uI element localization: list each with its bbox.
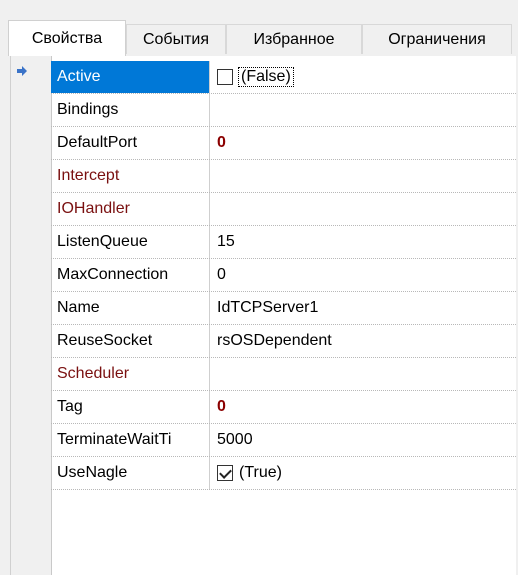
property-value[interactable] [211, 193, 516, 225]
tab-properties[interactable]: Свойства [8, 20, 126, 56]
property-name[interactable]: MaxConnection [51, 259, 210, 291]
checkbox[interactable] [217, 465, 233, 481]
property-value[interactable]: 5000 [211, 424, 516, 456]
checkbox[interactable] [217, 69, 233, 85]
tab-favorites[interactable]: Избранное [226, 24, 362, 54]
checkbox-value-text: (True) [239, 464, 282, 481]
property-value[interactable] [211, 358, 516, 390]
property-name[interactable]: Active [51, 61, 210, 93]
checkbox-value-text: (False) [238, 67, 294, 87]
property-row[interactable]: UseNagle (True) [51, 457, 516, 490]
property-name[interactable]: ReuseSocket [51, 325, 210, 357]
property-value-text: IdTCPServer1 [217, 299, 319, 316]
property-value-text: 0 [217, 398, 226, 415]
property-value[interactable] [211, 160, 516, 192]
property-value-text: 0 [217, 266, 226, 283]
property-value[interactable] [211, 94, 516, 126]
property-value[interactable]: (True) [211, 457, 516, 489]
property-name[interactable]: DefaultPort [51, 127, 210, 159]
property-name[interactable]: IOHandler [51, 193, 210, 225]
property-value[interactable]: 0 [211, 391, 516, 423]
property-value[interactable]: (False) [211, 61, 516, 93]
property-name[interactable]: Scheduler [51, 358, 210, 390]
property-value-text: rsOSDependent [217, 332, 332, 349]
property-value[interactable]: rsOSDependent [211, 325, 516, 357]
property-value-text: 15 [217, 233, 235, 250]
tab-bar: Свойства События Избранное Ограничения [0, 0, 518, 60]
property-row[interactable]: TerminateWaitTi 5000 [51, 424, 516, 457]
property-row[interactable]: Name IdTCPServer1 [51, 292, 516, 325]
property-name[interactable]: ListenQueue [51, 226, 210, 258]
property-row[interactable]: Scheduler [51, 358, 516, 391]
tab-restrictions[interactable]: Ограничения [362, 24, 512, 54]
tab-label: Ограничения [388, 30, 486, 48]
property-value[interactable]: 0 [211, 127, 516, 159]
property-value[interactable]: IdTCPServer1 [211, 292, 516, 324]
property-name[interactable]: Bindings [51, 94, 210, 126]
property-name[interactable]: UseNagle [51, 457, 210, 489]
property-name[interactable]: Intercept [51, 160, 210, 192]
property-row[interactable]: Intercept [51, 160, 516, 193]
property-row[interactable]: ReuseSocket rsOSDependent [51, 325, 516, 358]
property-value[interactable]: 15 [211, 226, 516, 258]
tab-label: События [142, 30, 210, 48]
property-value-text: 0 [217, 134, 226, 151]
arrow-right-icon [17, 66, 27, 76]
property-row[interactable]: DefaultPort 0 [51, 127, 516, 160]
property-name[interactable]: Tag [51, 391, 210, 423]
property-grid: Active (False) Bindings DefaultPort 0 Interce… [10, 56, 516, 575]
property-row[interactable]: Active (False) [51, 61, 516, 94]
property-row[interactable]: IOHandler [51, 193, 516, 226]
tab-events[interactable]: События [126, 24, 226, 54]
property-value[interactable]: 0 [211, 259, 516, 291]
row-indicator-gutter [11, 56, 52, 575]
property-row[interactable]: Bindings [51, 94, 516, 127]
tab-label: Свойства [31, 29, 103, 47]
property-row[interactable]: Tag 0 [51, 391, 516, 424]
property-value-text: 5000 [217, 431, 253, 448]
tab-label: Избранное [253, 30, 335, 48]
property-name[interactable]: TerminateWaitTi [51, 424, 210, 456]
property-name[interactable]: Name [51, 292, 210, 324]
property-row[interactable]: MaxConnection 0 [51, 259, 516, 292]
property-row[interactable]: ListenQueue 15 [51, 226, 516, 259]
